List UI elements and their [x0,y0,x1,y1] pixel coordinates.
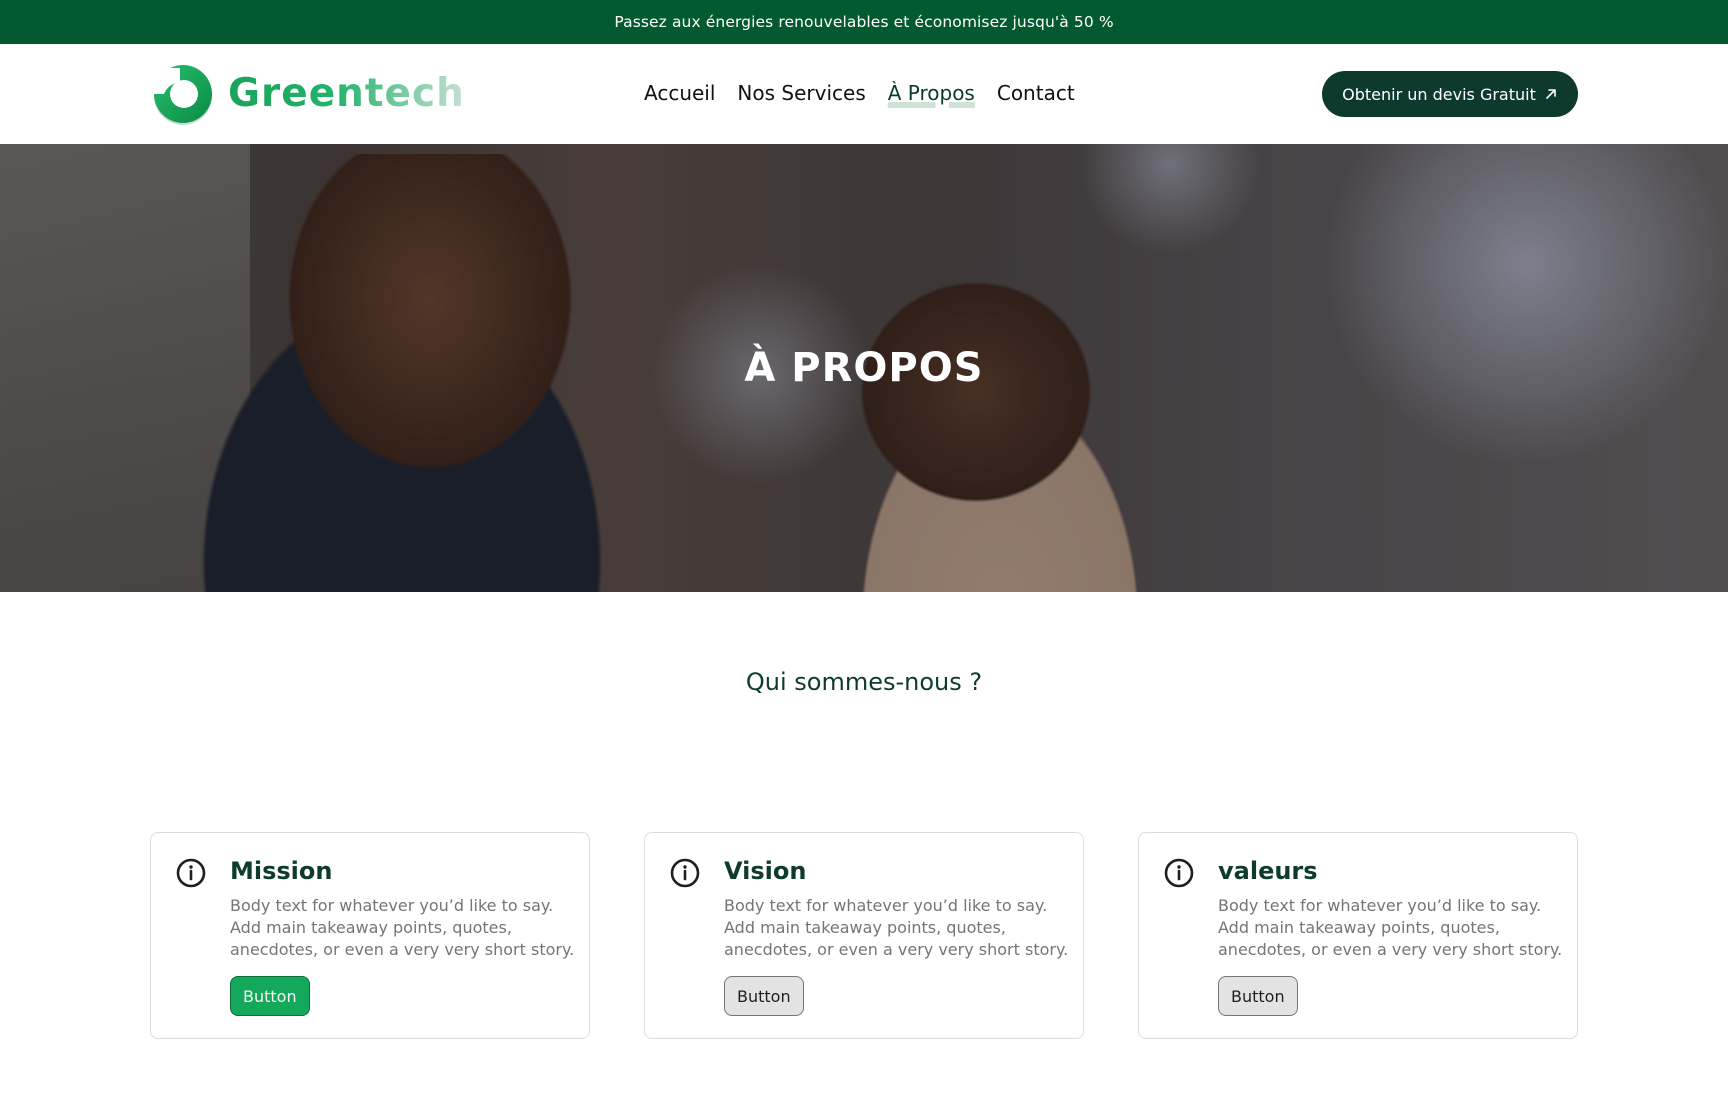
brand-logo[interactable]: Greentech [150,60,465,126]
card-valeurs: valeurs Body text for whatever you’d lik… [1138,832,1578,1039]
card-body: Body text for whatever you’d like to say… [230,896,575,959]
nav-item-contact[interactable]: Contact [997,81,1075,105]
card-title: Mission [230,857,333,885]
info-icon [1164,858,1194,888]
card-body: Body text for whatever you’d like to say… [1218,896,1563,959]
card-mission: Mission Body text for whatever you’d lik… [150,832,590,1039]
leaf-drop-icon [154,65,212,125]
promo-text: Passez aux énergies renouvelables et éco… [614,13,1114,31]
hero-banner: À PROPOS [0,144,1728,592]
nav-item-services[interactable]: Nos Services [737,81,865,105]
nav-item-accueil[interactable]: Accueil [644,81,715,105]
quote-button-label: Obtenir un devis Gratuit [1342,84,1536,104]
info-icon [670,858,700,888]
brand-name: Greentech [228,70,465,116]
vision-button[interactable]: Button [724,976,804,1016]
mission-button[interactable]: Button [230,976,310,1016]
arrow-up-right-icon [1546,89,1556,99]
nav-item-a-propos[interactable]: À Propos [888,81,975,105]
promo-banner: Passez aux énergies renouvelables et éco… [0,0,1728,44]
card-body: Body text for whatever you’d like to say… [724,896,1069,959]
hero-title: À PROPOS [744,345,984,391]
main-nav: Accueil Nos Services À Propos Contact [644,81,1075,105]
about-title: Qui sommes-nous ? [745,668,983,696]
site-header: Greentech Accueil Nos Services À Propos … [0,44,1728,144]
card-title: Vision [724,857,807,885]
card-vision: Vision Body text for whatever you’d like… [644,832,1084,1039]
quote-button[interactable]: Obtenir un devis Gratuit [1322,71,1578,117]
info-icon [176,858,206,888]
card-title: valeurs [1218,857,1318,885]
valeurs-button[interactable]: Button [1218,976,1298,1016]
